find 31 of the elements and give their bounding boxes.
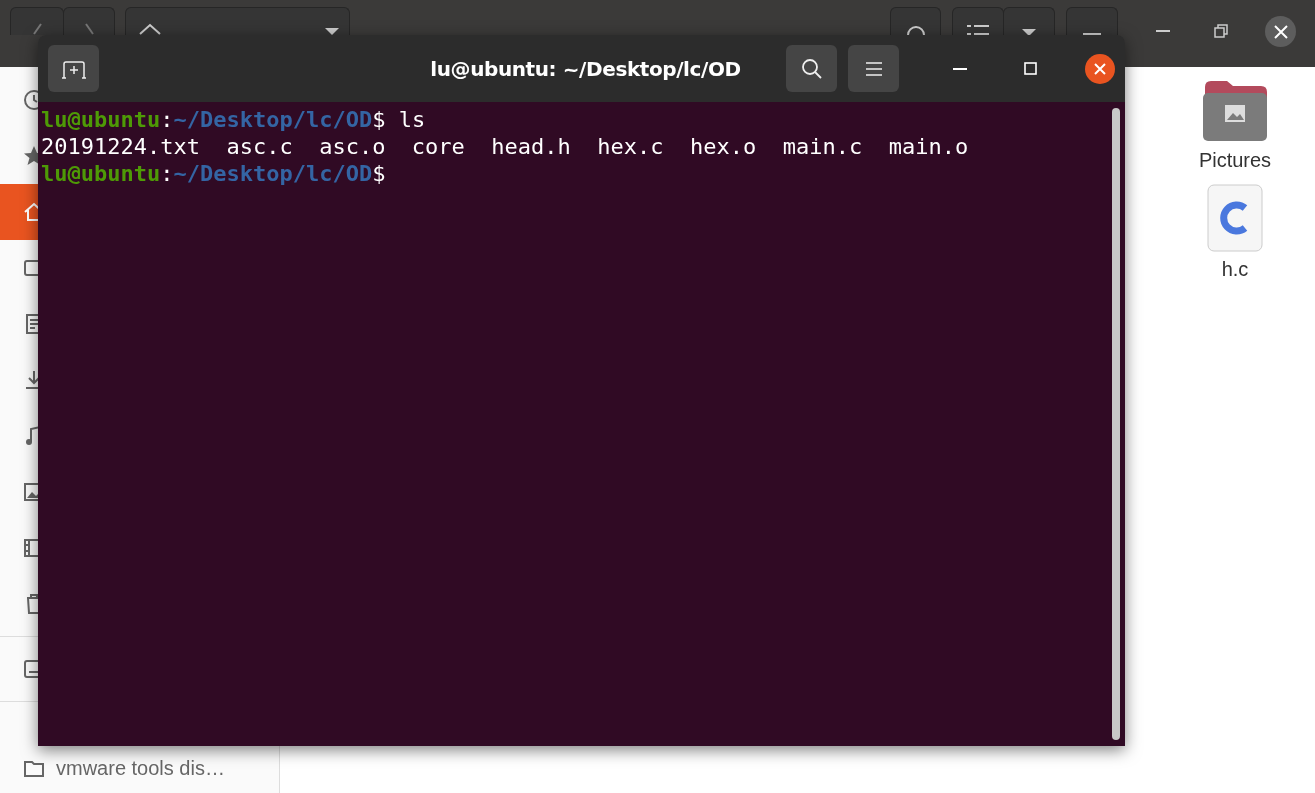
new-tab-button[interactable] <box>48 45 99 92</box>
maximize-icon <box>1023 62 1037 75</box>
minimize-icon <box>1156 30 1170 32</box>
new-tab-icon <box>61 58 86 79</box>
sidebar-item[interactable] <box>0 184 38 240</box>
view-options-button[interactable] <box>1003 7 1055 35</box>
home-icon <box>138 23 162 35</box>
prompt-line: lu@ubuntu:~/Desktop/lc/OD$ <box>41 160 387 187</box>
close-icon <box>1273 24 1288 39</box>
file-name: h.c <box>1221 258 1249 281</box>
view-list-button[interactable] <box>952 7 1004 35</box>
sidebar-label: vmware tools dis… <box>56 756 225 780</box>
close-icon <box>1094 62 1106 75</box>
folder-icon <box>1201 79 1269 143</box>
sidebar-item[interactable]: vmware tools dis… <box>0 748 279 788</box>
restore-icon <box>1214 24 1228 38</box>
scrollbar[interactable] <box>1112 108 1120 740</box>
window-title: lu@ubuntu: ~/Desktop/lc/OD <box>430 56 741 81</box>
close-button[interactable] <box>1085 53 1115 84</box>
search-button[interactable] <box>786 45 837 92</box>
search-button[interactable] <box>890 7 941 35</box>
list-icon <box>967 25 989 35</box>
close-button[interactable] <box>1265 16 1296 47</box>
menu-icon <box>865 61 882 76</box>
menu-button[interactable] <box>1066 7 1118 35</box>
c-file-icon <box>1207 184 1263 252</box>
minimize-icon <box>953 67 967 70</box>
output-line: 20191224.txt asc.c asc.o core head.h hex.c hex.o main.c main.o <box>41 133 970 160</box>
menu-button[interactable] <box>848 45 899 92</box>
prompt-line: lu@ubuntu:~/Desktop/lc/OD$ ls <box>41 106 427 133</box>
file-name: Pictures <box>1198 149 1272 172</box>
